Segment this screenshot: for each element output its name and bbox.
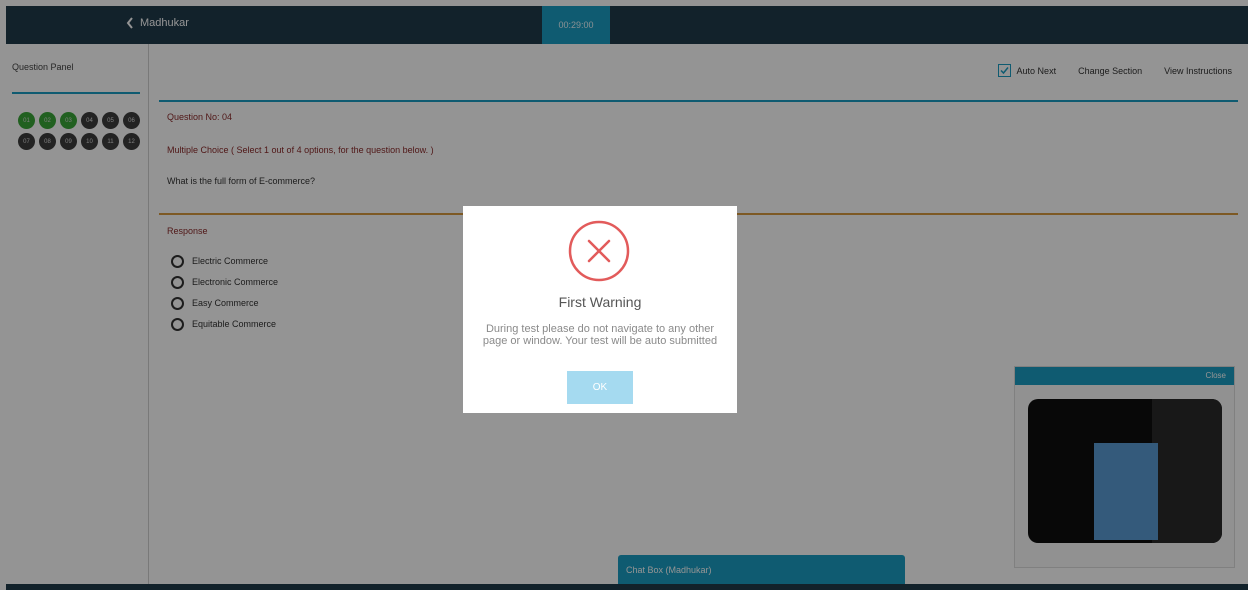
warning-dialog: First Warning During test please do not … (463, 206, 737, 413)
ok-button[interactable]: OK (567, 371, 633, 404)
dialog-message: During test please do not navigate to an… (482, 323, 718, 347)
dialog-title: First Warning (558, 294, 642, 310)
error-x-icon (568, 220, 630, 282)
